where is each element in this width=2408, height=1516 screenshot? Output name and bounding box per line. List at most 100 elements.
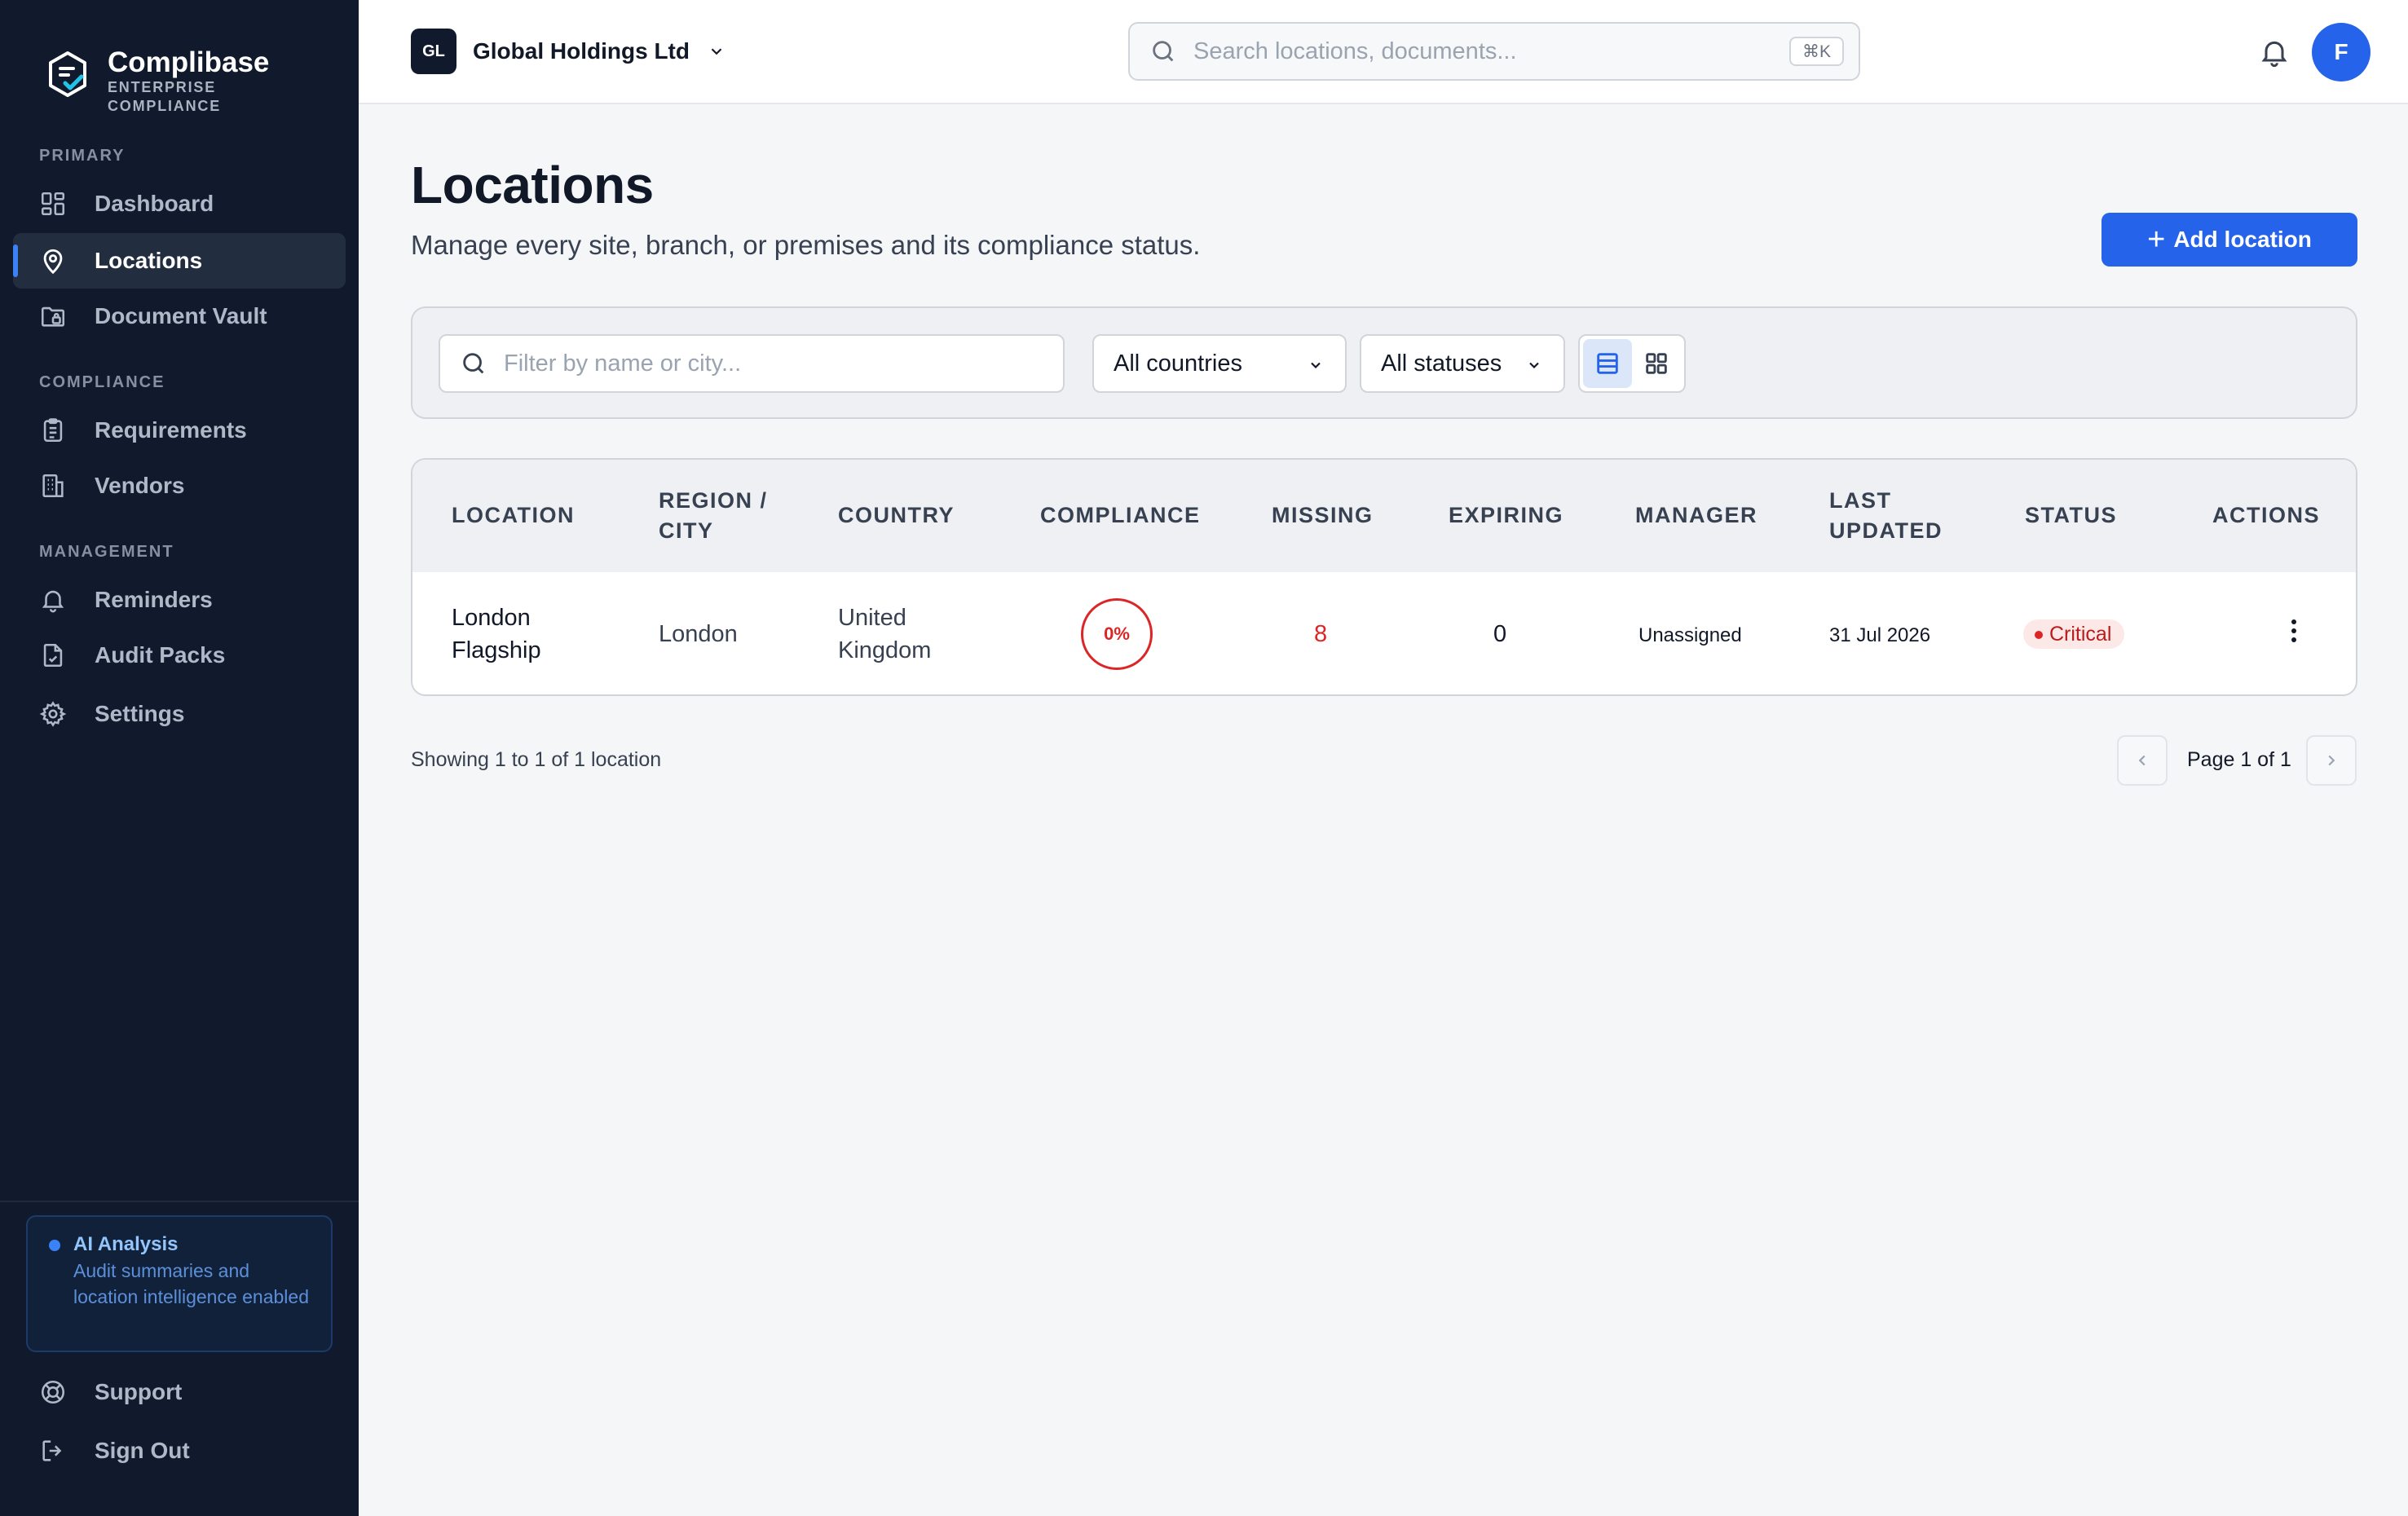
table-header: LOCATION REGION / CITY COUNTRY COMPLIANC… [412,460,2356,572]
cell-region: London [659,621,738,647]
status-dot [49,1240,60,1251]
brand[interactable]: Complibase ENTERPRISE COMPLIANCE [47,47,269,116]
table-row[interactable]: London Flagship London United Kingdom 0%… [412,572,2356,694]
column-header-country[interactable]: COUNTRY [838,500,955,531]
sidebar-item-label: Requirements [95,417,247,443]
cell-country: United Kingdom [838,605,932,663]
sidebar-item-label: Locations [95,248,203,273]
global-search-input[interactable] [1193,37,1748,65]
column-header-location[interactable]: LOCATION [452,500,575,531]
sidebar-item-locations[interactable]: Locations [13,233,346,289]
cell-location[interactable]: London Flagship [452,602,615,667]
cell-missing: 8 [1314,621,1328,647]
column-header-manager[interactable]: MANAGER [1635,500,1757,531]
org-switcher[interactable]: GL Global Holdings Ltd [411,29,725,74]
gear-icon [39,701,67,727]
add-location-button[interactable]: + Add location [2101,213,2357,267]
ai-card-title: AI Analysis [73,1233,179,1255]
country-select[interactable]: All countries [1092,334,1347,393]
clipboard-icon [43,418,63,443]
sidebar-item-label: Sign Out [95,1438,190,1463]
sidebar-item-vendors[interactable]: Vendors [13,458,346,513]
ai-analysis-card: AI Analysis Audit summaries and location… [26,1215,333,1352]
org-badge: GL [411,29,456,74]
topbar: GL Global Holdings Ltd ⌘K F [359,0,2408,104]
filter-bar: All countries All statuses [411,306,2357,419]
lifebuoy-icon [41,1380,65,1404]
cell-last-updated: 31 Jul 2026 [1829,624,1931,646]
table-view-icon [1597,353,1618,374]
plus-icon: + [2147,223,2166,257]
cell-expiring: 0 [1493,621,1507,647]
compliance-value: 0% [1104,624,1130,644]
map-pin-icon [43,249,63,275]
sidebar-item-reminders[interactable]: Reminders [13,572,346,628]
page-title: Locations [411,156,654,214]
page-indicator: Page 1 of 1 [2187,748,2291,771]
ai-card-description: Audit summaries and location intelligenc… [73,1260,309,1307]
sidebar-divider [0,1201,359,1202]
complibase-logo-icon [49,51,86,97]
results-summary: Showing 1 to 1 of 1 location [411,748,662,771]
brand-sub-line2: COMPLIANCE [108,98,221,114]
add-location-label: Add location [2173,227,2312,252]
status-select-value: All statuses [1381,350,1502,377]
sidebar: Complibase ENTERPRISE COMPLIANCE PRIMARY… [0,0,359,1516]
location-filter-input[interactable] [504,350,1025,377]
building-icon [42,474,64,498]
status-badge-label: Critical [2049,622,2112,646]
avatar[interactable]: F [2312,23,2371,82]
next-page-button[interactable] [2306,735,2357,786]
status-select[interactable]: All statuses [1360,334,1565,393]
chevron-down-icon [1529,362,1539,369]
chevron-down-icon [711,48,722,55]
section-label-primary: PRIMARY [39,147,126,165]
column-header-missing[interactable]: MISSING [1272,500,1374,531]
grid-view-icon [1646,353,1667,374]
section-label-management: MANAGEMENT [39,543,174,561]
section-label-compliance: COMPLIANCE [39,373,165,391]
org-name: Global Holdings Ltd [473,38,690,64]
sidebar-item-support[interactable]: Support [13,1364,346,1420]
chevron-left-icon [2138,755,2146,766]
sidebar-item-label: Reminders [95,587,213,612]
country-select-value: All countries [1114,350,1242,377]
sidebar-item-sign-out[interactable]: Sign Out [13,1423,346,1479]
cell-manager: Unassigned [1638,624,1742,646]
search-icon [1153,41,1174,62]
folder-lock-icon [41,306,65,327]
sidebar-item-label: Vendors [95,473,185,498]
sidebar-item-audit-packs[interactable]: Audit Packs [13,628,346,683]
row-actions-menu-icon[interactable] [2282,615,2305,647]
sidebar-item-dashboard[interactable]: Dashboard [13,176,346,231]
page-subtitle: Manage every site, branch, or premises a… [411,230,1201,260]
chevron-right-icon [2328,755,2335,766]
column-header-last-updated[interactable]: LAST UPDATED [1829,486,1952,546]
sidebar-item-label: Dashboard [95,191,214,216]
status-badge: Critical [2023,619,2125,649]
column-header-actions: ACTIONS [2212,503,2320,527]
grid-view-button[interactable] [1632,339,1681,388]
column-header-region[interactable]: REGION / CITY [659,486,773,546]
sidebar-item-label: Document Vault [95,303,267,328]
column-header-expiring[interactable]: EXPIRING [1449,500,1563,531]
location-filter[interactable] [439,334,1065,393]
brand-name: Complibase [108,46,270,78]
search-icon [463,353,484,374]
global-search[interactable]: ⌘K [1128,22,1860,81]
column-header-status[interactable]: STATUS [2025,500,2117,531]
previous-page-button[interactable] [2117,735,2168,786]
sidebar-item-label: Support [95,1379,183,1404]
column-header-compliance[interactable]: COMPLIANCE [1040,500,1201,531]
sidebar-item-document-vault[interactable]: Document Vault [13,289,346,344]
table-view-button[interactable] [1583,339,1632,388]
sidebar-item-settings[interactable]: Settings [13,686,346,742]
sign-out-icon [42,1440,62,1461]
notifications-bell-icon[interactable] [2258,34,2291,70]
view-toggle [1578,334,1686,393]
compliance-ring: 0% [1081,598,1153,670]
sidebar-item-label: Settings [95,701,185,726]
sidebar-item-label: Audit Packs [95,642,226,668]
sidebar-item-requirements[interactable]: Requirements [13,403,346,458]
file-icon [43,643,63,668]
